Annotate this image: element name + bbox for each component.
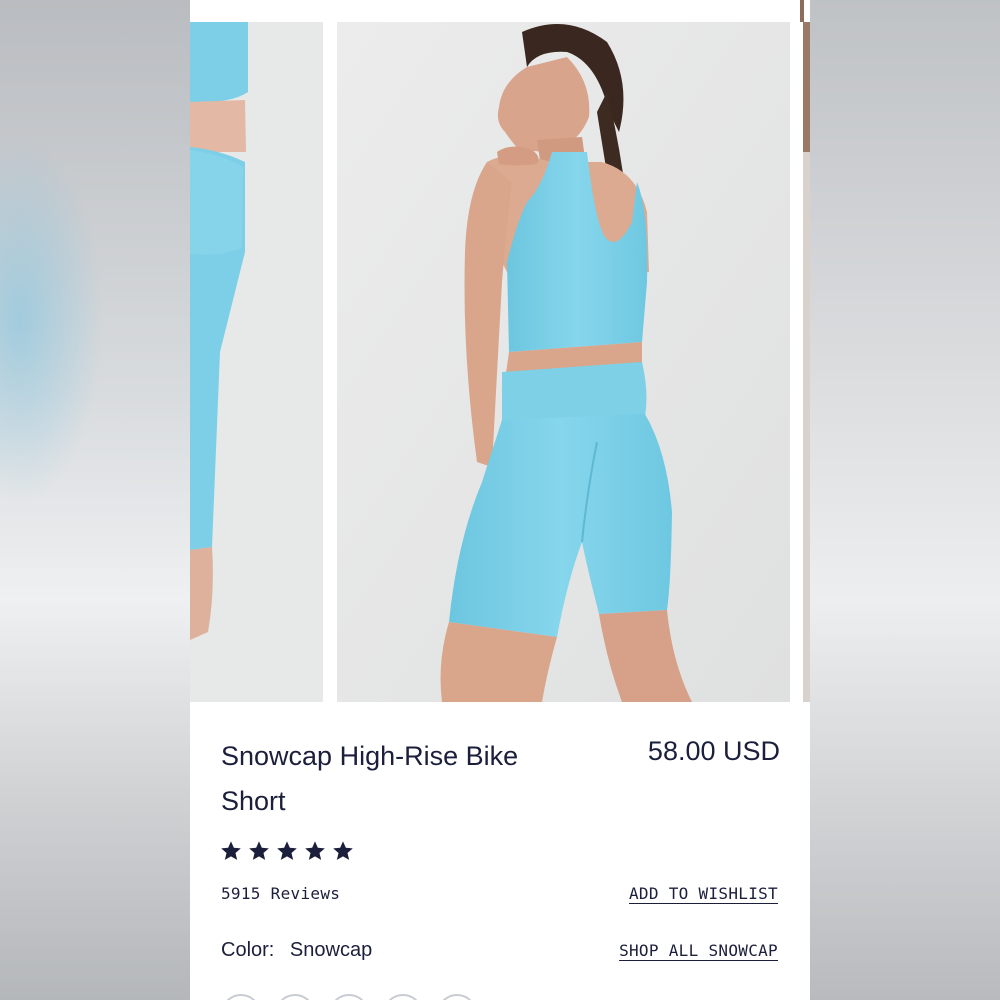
star-icon [333,841,353,860]
color-swatch[interactable] [329,994,369,1000]
color-selection: Color: Snowcap [221,939,372,962]
color-label: Color: [221,939,275,961]
side-view-photo [190,22,323,702]
top-bar-edge [800,0,804,22]
color-value: Snowcap [289,939,373,961]
color-swatch[interactable] [437,994,477,1000]
reviews-count-link[interactable]: 5915 Reviews [221,884,340,903]
star-icon [277,841,297,860]
gallery-slide-next[interactable] [803,22,810,702]
model-back-view-photo [337,22,790,702]
color-swatch[interactable] [275,994,315,1000]
product-price: 58.00 USD [647,736,780,766]
color-swatch[interactable] [383,994,423,1000]
add-to-wishlist-button[interactable]: ADD TO WISHLIST [629,884,778,903]
product-title: Snowcap High-Rise Bike Short [221,741,519,816]
star-icon [221,841,241,860]
top-bar [190,0,810,22]
product-image-gallery[interactable] [190,22,810,702]
backdrop-left [0,0,190,1000]
color-swatch[interactable] [221,994,261,1000]
gallery-slide-previous[interactable] [190,22,323,702]
star-icon [249,841,269,860]
shop-all-snowcap-link[interactable]: SHOP ALL SNOWCAP [619,941,778,960]
star-icon [305,841,325,860]
color-swatches [221,994,477,1000]
backdrop-right [810,0,1000,1000]
gallery-slide-main[interactable] [337,22,790,702]
product-page: Snowcap High-Rise Bike Short 58.00 USD 5… [190,0,810,1000]
star-rating[interactable] [220,840,354,862]
